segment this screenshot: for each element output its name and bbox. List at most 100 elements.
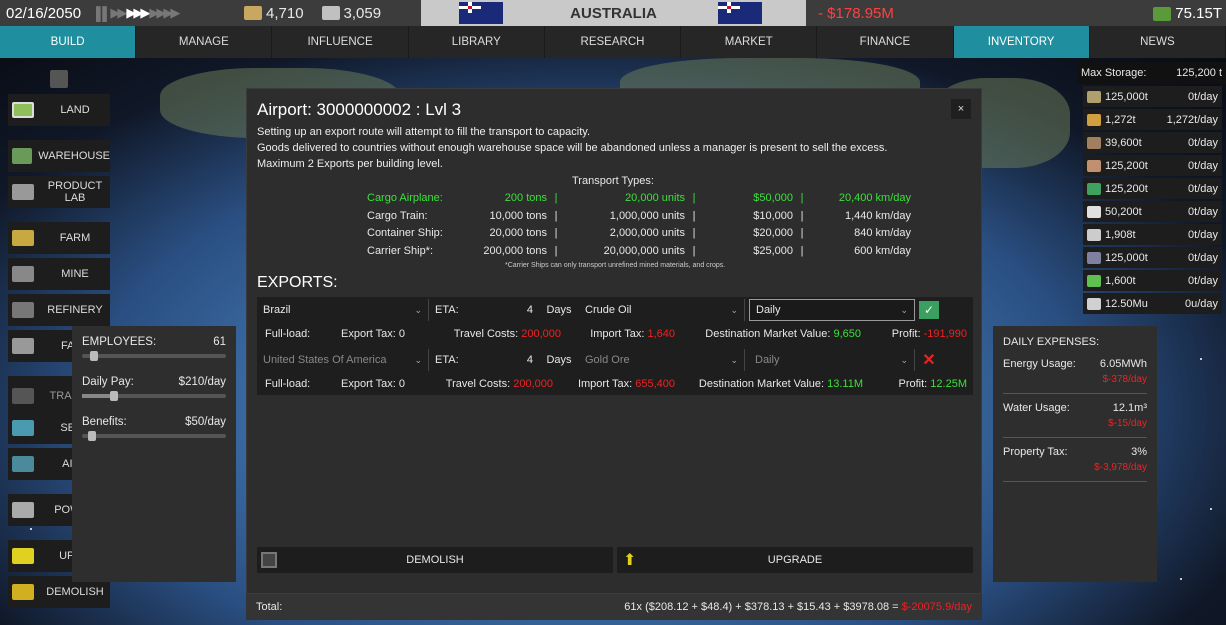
transport-row: Carrier Ship*: 200,000 tons | 20,000,000 un… (367, 244, 911, 257)
build-product-lab-button[interactable]: PRODUCT LAB (8, 176, 110, 208)
inventory-row[interactable]: 125,200t 0t/day (1083, 178, 1222, 199)
chevron-down-icon: ⌄ (730, 304, 738, 315)
daily-pay-slider[interactable] (82, 391, 226, 401)
full-load-label: Full-load: (265, 328, 311, 340)
frequency-select[interactable]: Daily ⌄ (749, 299, 915, 321)
upgrade-arrow-icon (12, 548, 34, 564)
tab-inventory[interactable]: INVENTORY (953, 26, 1090, 58)
land-icon (12, 102, 34, 118)
balance-value: - $178.95M (818, 4, 894, 22)
pause-icon[interactable]: ▌▌ (96, 6, 112, 21)
water-label: Water Usage: (1003, 402, 1070, 414)
frequency-select[interactable]: Daily ⌄ (749, 349, 915, 371)
days-label: Days (546, 354, 572, 366)
tab-build[interactable]: BUILD (0, 26, 137, 58)
daily-expenses-panel: DAILY EXPENSES: Energy Usage: 6.05MWh $-3… (993, 326, 1157, 582)
speed-2-icon[interactable]: ▶▶▶ (126, 5, 150, 21)
speed-controls[interactable]: ▌▌ ▶▶ ▶▶▶ ▶▶▶▶ (96, 5, 244, 21)
tab-news[interactable]: NEWS (1090, 26, 1226, 58)
eta-display: ETA: 4 (435, 304, 533, 316)
inventory-row[interactable]: 1,908t 0t/day (1083, 224, 1222, 245)
total-bar: Total: 61x ($208.12 + $48.4) + $378.13 +… (246, 594, 982, 620)
tab-influence[interactable]: INFLUENCE (272, 26, 409, 58)
travel-costs: Travel Costs: 200,000 (453, 328, 561, 340)
chevron-down-icon: ⌄ (730, 354, 738, 365)
employees-slider[interactable] (82, 351, 226, 361)
employees-panel: EMPLOYEES: 61 Daily Pay: $210/day Benefits… (72, 326, 236, 582)
destination-country-select[interactable]: United States Of America ⌄ (257, 349, 429, 371)
tab-library[interactable]: LIBRARY (409, 26, 545, 58)
resource-icon (1087, 159, 1101, 172)
energy-value: 6.05MWh (1099, 358, 1147, 370)
inventory-row[interactable]: 125,000t 0t/day (1083, 86, 1222, 107)
build-land-button[interactable]: LAND (8, 94, 110, 126)
build-farm-button[interactable]: FARM (8, 222, 110, 254)
inventory-row[interactable]: 125,000t 0t/day (1083, 247, 1222, 268)
confirm-icon[interactable]: ✓ (919, 301, 939, 319)
inventory-row[interactable]: 12.50Mu 0u/day (1083, 293, 1222, 314)
inventory-row[interactable]: 1,272t 1,272t/day (1083, 109, 1222, 130)
max-storage: Max Storage: 125,200 t (1077, 62, 1226, 84)
country-header[interactable]: AUSTRALIA (421, 0, 806, 26)
eta-display: ETA: 4 (435, 354, 533, 366)
destination-country-select[interactable]: Brazil ⌄ (257, 299, 429, 321)
daily-pay-value: $210/day (178, 376, 226, 388)
australia-flag-icon (718, 2, 762, 24)
tab-manage[interactable]: MANAGE (136, 26, 273, 58)
upgrade-button[interactable]: ⬆ UPGRADE (617, 547, 973, 573)
resource-icon (1087, 182, 1101, 195)
resource-2-value: 3,059 (343, 4, 382, 22)
dialog-title: Airport: 3000000002 : Lvl 3 (257, 100, 462, 119)
airport-dialog: Airport: 3000000002 : Lvl 3 × Setting up… (246, 88, 982, 594)
benefits-label: Benefits: (82, 416, 127, 428)
inventory-row[interactable]: 125,200t 0t/day (1083, 155, 1222, 176)
demolish-button[interactable]: DEMOLISH (257, 547, 613, 573)
export-tax-label: Export Tax: 0 (341, 328, 405, 340)
slider-handle[interactable] (90, 351, 98, 361)
profit: Profit: 12.25M (898, 378, 968, 390)
product-lab-icon (12, 184, 34, 200)
slider-handle[interactable] (110, 391, 118, 401)
slider-handle[interactable] (88, 431, 96, 441)
inventory-row[interactable]: 39,600t 0t/day (1083, 132, 1222, 153)
power-icon (12, 502, 34, 518)
benefits-slider[interactable] (82, 431, 226, 441)
game-date: 02/16/2050 (6, 4, 82, 22)
delete-icon[interactable]: ✕ (919, 351, 939, 369)
resource-icon (1087, 228, 1101, 241)
energy-cost: $-378/day (1102, 374, 1147, 385)
build-warehouse-button[interactable]: WAREHOUSE (8, 140, 110, 172)
close-button[interactable]: × (951, 99, 971, 119)
bulldozer-icon (12, 584, 34, 600)
money-bar: - $178.95M 75.15T (806, 0, 1226, 26)
transport-types-title: Transport Types: (572, 175, 654, 187)
export-good-select[interactable]: Gold Ore ⌄ (579, 349, 745, 371)
tab-finance[interactable]: FINANCE (817, 26, 954, 58)
exports-heading: EXPORTS: (257, 274, 338, 291)
inventory-panel: Max Storage: 125,200 t 125,000t 0t/day 1,27… (1077, 62, 1226, 314)
chevron-down-icon: ⌄ (900, 354, 908, 365)
speed-3-icon[interactable]: ▶▶▶▶ (149, 5, 180, 21)
build-refinery-button[interactable]: REFINERY (8, 294, 110, 326)
mine-icon (12, 266, 34, 282)
export-good-select[interactable]: Crude Oil ⌄ (579, 299, 745, 321)
wealth-value: 75.15T (1153, 5, 1222, 22)
transport-row: Cargo Airplane: 200 tons | 20,000 units | $50… (367, 192, 911, 204)
collapse-icon[interactable] (50, 70, 68, 88)
market-value: Destination Market Value: 13.11M (698, 378, 863, 390)
import-tax: Import Tax: 655,400 (577, 378, 675, 390)
chevron-down-icon: ⌄ (900, 304, 908, 315)
inventory-row[interactable]: 1,600t 0t/day (1083, 270, 1222, 291)
inventory-row[interactable]: 50,200t 0t/day (1083, 201, 1222, 222)
tab-market[interactable]: MARKET (681, 26, 818, 58)
gold-bars-icon (244, 6, 262, 20)
resource-icon (1087, 113, 1101, 126)
travel-costs: Travel Costs: 200,000 (445, 378, 553, 390)
daily-pay-label: Daily Pay: (82, 376, 134, 388)
tab-research[interactable]: RESEARCH (545, 26, 682, 58)
speed-1-icon[interactable]: ▶▶ (110, 5, 127, 21)
resource-icon (1087, 136, 1101, 149)
resource-icon (1087, 90, 1101, 103)
build-mine-button[interactable]: MINE (8, 258, 110, 290)
resource-icon (1087, 297, 1101, 310)
